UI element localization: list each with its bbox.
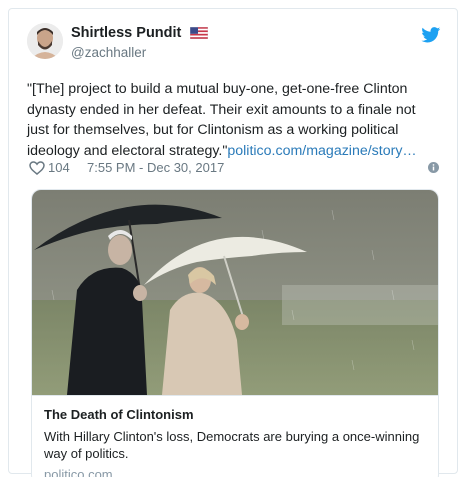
tweet-text-line: "[The] project to build a mutual buy-one…: [27, 81, 408, 97]
tweet-link[interactable]: politico.com/magazine/story…: [227, 143, 416, 159]
heart-icon[interactable]: [29, 161, 45, 175]
like-count[interactable]: 104: [48, 160, 70, 175]
timestamp[interactable]: 7:55 PM - Dec 30, 2017: [87, 160, 224, 175]
card-description: With Hillary Clinton's loss, Democrats a…: [44, 429, 420, 461]
tweet-text: "[The] project to build a mutual buy-one…: [27, 79, 447, 161]
avatar[interactable]: [27, 23, 63, 59]
display-name[interactable]: Shirtless Pundit: [71, 25, 181, 41]
embedded-tweet: Shirtless Pundit @zachhaller "[The] proj…: [8, 8, 458, 477]
avatar-image: [27, 23, 63, 59]
card-domain: politico.com: [44, 467, 113, 477]
tweet-text-line: just for themselves, but for Clintonism …: [27, 122, 399, 138]
tweet-text-line-end: ideology and electoral strategy.": [27, 142, 228, 159]
twitter-bird-icon[interactable]: [421, 27, 441, 43]
author-handle[interactable]: @zachhaller: [71, 45, 208, 60]
tweet-text-line: ideology and electoral strategy."politic…: [27, 141, 447, 162]
tweet-meta: 104 7:55 PM - Dec 30, 2017: [27, 159, 441, 179]
author-block[interactable]: Shirtless Pundit @zachhaller: [71, 24, 208, 60]
us-flag-icon: [189, 26, 208, 39]
info-icon[interactable]: [428, 162, 439, 173]
link-preview-card[interactable]: The Death of Clintonism With Hillary Cli…: [31, 189, 439, 477]
card-image[interactable]: [32, 190, 439, 395]
tweet-text-line: dynasty ended in her defeat. Their exit …: [27, 101, 416, 118]
card-title[interactable]: The Death of Clintonism: [44, 407, 194, 422]
tweet-header: Shirtless Pundit @zachhaller: [27, 23, 441, 63]
card-body[interactable]: The Death of Clintonism With Hillary Cli…: [32, 395, 438, 477]
